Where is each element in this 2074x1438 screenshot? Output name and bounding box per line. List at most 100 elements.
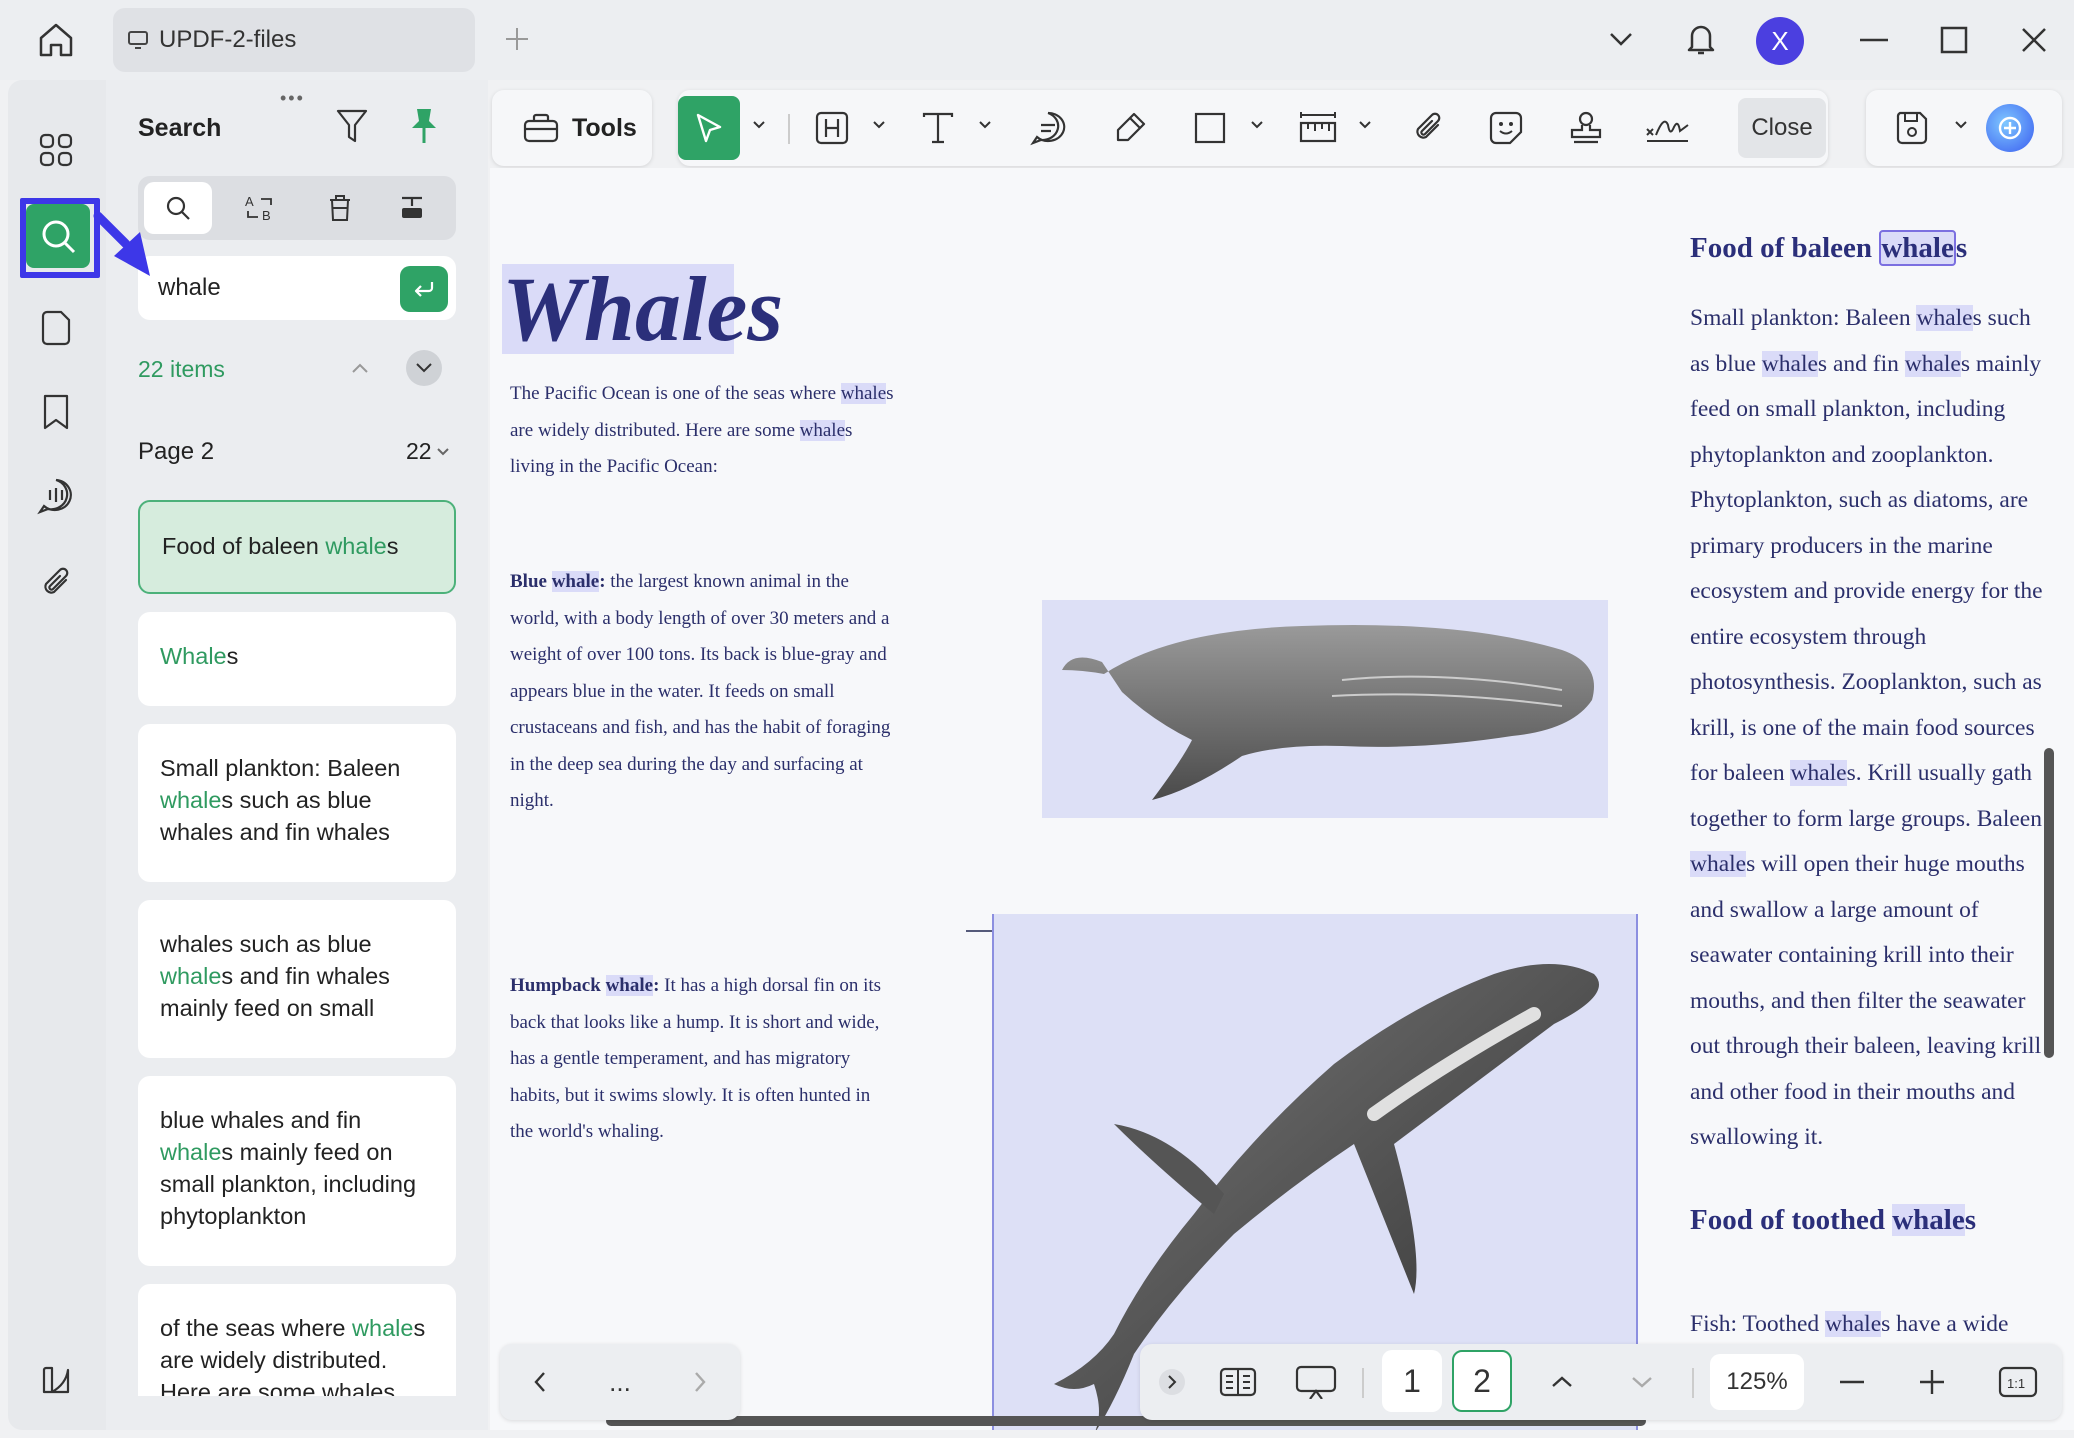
close-window-icon[interactable] (2012, 18, 2056, 62)
home-icon[interactable] (26, 14, 86, 66)
new-tab-plus-icon[interactable] (496, 18, 538, 60)
match-highlight: whale (1892, 1204, 1965, 1236)
sticker-face-icon (1489, 111, 1523, 145)
results-page-label: Page 2 (138, 438, 215, 465)
more-options-button[interactable]: ... (596, 1358, 644, 1406)
heading-tool[interactable] (808, 100, 856, 156)
blue-whale-image[interactable] (1042, 600, 1608, 818)
stamp-icon (1570, 111, 1602, 144)
result-text: whales such as blue (160, 931, 372, 957)
zoom-in-plus-icon[interactable] (1910, 1354, 1954, 1410)
chevron-down-icon[interactable] (872, 120, 886, 130)
text: ecosystem and provide energy for the (1690, 578, 2043, 604)
text: night. (510, 790, 554, 811)
stamp-tool[interactable] (1562, 100, 1610, 156)
bookmark-icon[interactable] (26, 382, 86, 442)
pin-icon[interactable] (402, 104, 446, 148)
zoom-out-minus-icon[interactable] (1830, 1354, 1874, 1410)
tabs-dropdown-chevron-icon[interactable] (1600, 18, 1642, 60)
search-result-item[interactable]: Small plankton: Baleen whales such as bl… (138, 724, 456, 882)
ocr-mode-button[interactable] (378, 182, 446, 234)
match-highlight: whale (1690, 851, 1747, 877)
previous-result-chevron-up-icon[interactable] (342, 350, 378, 386)
expand-chevron-right-icon[interactable] (1152, 1354, 1192, 1410)
attach-file-tool[interactable] (1404, 100, 1452, 156)
search-sidebar-button[interactable] (20, 198, 100, 278)
search-mode-bar: AB (138, 176, 456, 240)
signature-tool[interactable] (1640, 100, 1696, 156)
chevron-down-icon[interactable] (1250, 120, 1264, 130)
page-2-button[interactable]: 2 (1452, 1350, 1512, 1412)
next-page-chevron-right-icon[interactable] (676, 1358, 724, 1406)
text-line: together to form large groups. Baleen (1690, 797, 2074, 843)
comment-tool[interactable] (1024, 100, 1072, 156)
match-highlight: whale (1825, 1311, 1882, 1337)
search-enter-button[interactable] (400, 266, 448, 312)
document-tab[interactable]: UPDF-2-files (113, 8, 475, 72)
text-line: and swallow a large amount of (1690, 888, 2074, 934)
sticker-tool[interactable] (1482, 100, 1530, 156)
shape-tool[interactable] (1186, 100, 1234, 156)
tools-button[interactable]: Tools (492, 90, 652, 166)
blue-whale-paragraph: Blue whale: the largest known animal in … (510, 564, 950, 820)
actual-size-icon[interactable]: 1:1 (1990, 1354, 2046, 1410)
comment-bubble-icon (1030, 111, 1066, 146)
text: primary producers in the marine (1690, 532, 1993, 559)
replace-mode-button[interactable]: AB (226, 182, 294, 234)
match-highlight: whale (1761, 350, 1818, 377)
chevron-down-icon[interactable] (1358, 120, 1372, 130)
previous-page-chevron-up-icon[interactable] (1542, 1354, 1582, 1410)
redact-mode-button[interactable] (306, 182, 374, 234)
document-viewer[interactable]: Whales The Pacific Ocean is one of the s… (490, 168, 2074, 1430)
comments-icon[interactable] (26, 466, 86, 526)
measure-tool[interactable] (1294, 100, 1342, 156)
tools-label: Tools (572, 113, 637, 142)
ai-assistant-icon[interactable] (1986, 104, 2034, 152)
maximize-icon[interactable] (1932, 18, 1976, 62)
cursor-icon (696, 113, 722, 143)
text: s have a wide (1881, 1311, 2009, 1337)
search-result-item[interactable]: of the seas where whales are widely dist… (138, 1284, 456, 1396)
match-highlight: whale (1790, 760, 1847, 786)
panel-drag-handle[interactable]: ••• (280, 88, 305, 109)
search-result-item[interactable]: blue whales and fin whales mainly feed o… (138, 1076, 456, 1266)
text-tool[interactable] (914, 100, 962, 156)
zoom-level[interactable]: 125% (1710, 1354, 1804, 1410)
text: out through their baleen, leaving krill (1690, 1033, 2042, 1059)
chevron-down-icon[interactable] (1954, 120, 1968, 130)
highlighter-tool[interactable] (1106, 100, 1154, 156)
thumbnails-grid-icon[interactable] (26, 120, 86, 180)
text-line: primary producers in the marine (1690, 524, 2074, 570)
presentation-mode-icon[interactable] (1288, 1354, 1344, 1410)
chevron-down-icon[interactable] (752, 120, 766, 130)
filter-icon[interactable] (330, 104, 374, 148)
attachment-paperclip-icon[interactable] (26, 552, 86, 612)
minimize-icon[interactable] (1852, 18, 1896, 62)
monitor-icon (128, 31, 148, 49)
save-tool[interactable] (1888, 100, 1936, 156)
vertical-scrollbar[interactable] (2044, 748, 2054, 1058)
close-tools-button[interactable]: Close (1738, 98, 1826, 158)
notification-bell-icon[interactable] (1678, 16, 1724, 62)
next-result-chevron-down-icon[interactable] (406, 350, 442, 386)
text: s (1955, 232, 1968, 264)
page-layout-icon[interactable] (1210, 1354, 1266, 1410)
chevron-down-icon[interactable] (978, 120, 992, 130)
result-match: whale (352, 1315, 414, 1341)
page-icon[interactable] (26, 298, 86, 358)
user-avatar[interactable]: X (1756, 17, 1804, 65)
select-cursor-tool[interactable] (678, 96, 740, 160)
text: seawater containing krill into their (1690, 942, 2014, 968)
updf-logo-icon[interactable] (26, 1350, 86, 1410)
page-results-toggle[interactable]: 22 (406, 438, 450, 465)
search-input[interactable] (158, 270, 378, 306)
search-field (138, 256, 456, 320)
baleen-heading: Food of baleen whales (1690, 230, 1968, 266)
next-page-chevron-down-icon[interactable] (1622, 1354, 1662, 1410)
humpback-whale-paragraph: Humpback whale: It has a high dorsal fin… (510, 968, 950, 1151)
search-result-item[interactable]: Whales (138, 612, 456, 706)
search-result-item[interactable]: Food of baleen whales (138, 500, 456, 594)
page-1-button[interactable]: 1 (1382, 1350, 1442, 1412)
previous-page-chevron-left-icon[interactable] (516, 1358, 564, 1406)
search-result-item[interactable]: whales such as blue whales and fin whale… (138, 900, 456, 1058)
